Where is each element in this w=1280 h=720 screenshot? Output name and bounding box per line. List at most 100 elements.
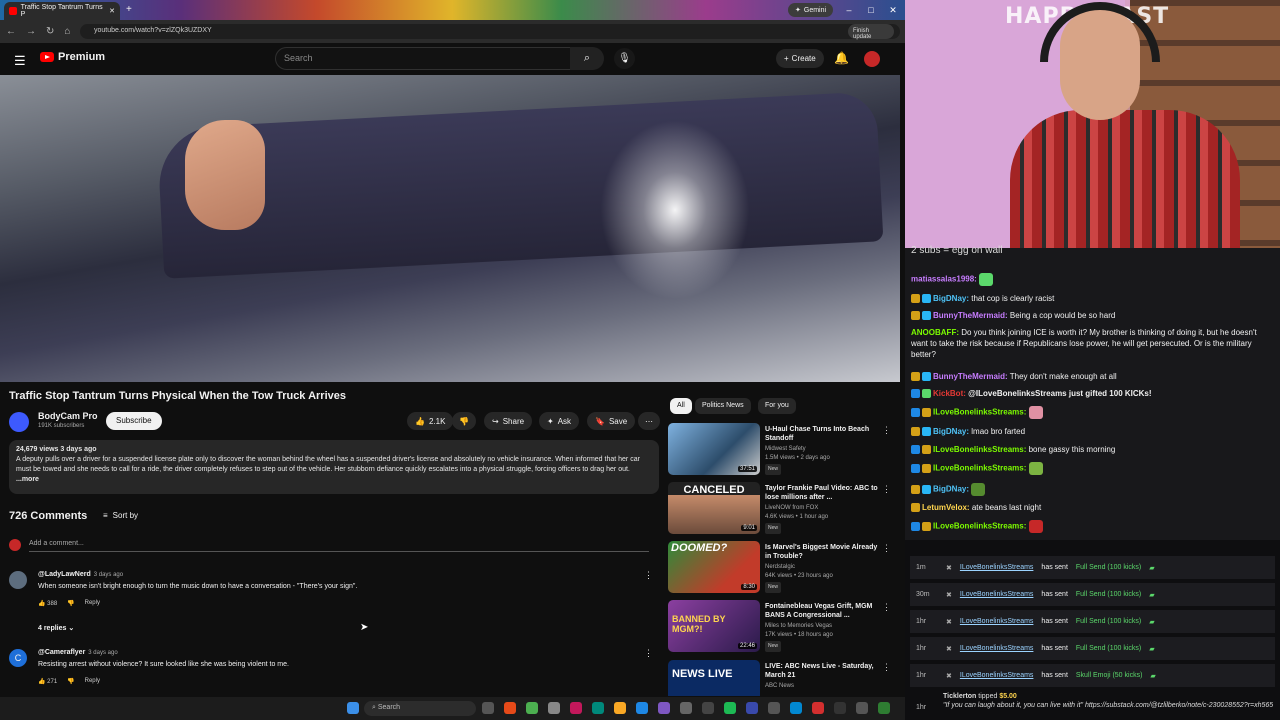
like-comment-button[interactable]: 👍 388 <box>38 600 57 607</box>
maximize-icon[interactable]: □ <box>864 3 878 17</box>
ask-button[interactable]: ✦ Ask <box>539 412 580 430</box>
rec-title[interactable]: LIVE: ABC News Live - Saturday, March 21 <box>765 662 880 680</box>
comment-author[interactable]: @LadyLawNerd 3 days ago <box>38 571 123 578</box>
chip-politics-news[interactable]: Politics News <box>695 398 751 414</box>
app-icon[interactable] <box>680 702 692 714</box>
app-icon[interactable] <box>636 702 648 714</box>
close-tab-icon[interactable]: ✕ <box>109 7 115 15</box>
recommended-video[interactable]: BANNED BY MGM?! 22:46 Fontainebleau Vegas… <box>668 600 898 656</box>
folder-icon[interactable] <box>614 702 626 714</box>
video-thumbnail[interactable]: CANCELED 9:01 <box>668 482 760 534</box>
video-thumbnail[interactable]: 37:51 <box>668 423 760 475</box>
reply-button[interactable]: Reply <box>85 678 100 685</box>
new-tab-icon[interactable]: + <box>126 4 132 15</box>
rec-menu-icon[interactable]: ⋮ <box>882 425 891 436</box>
gemini-button[interactable]: ✦ Gemini <box>788 3 834 17</box>
rec-channel[interactable]: LiveNOW from FOX <box>765 504 885 513</box>
taskbar-search[interactable]: ⌕ Search <box>364 701 476 716</box>
chrome-icon[interactable] <box>526 702 538 714</box>
rec-menu-icon[interactable]: ⋮ <box>882 662 891 673</box>
more-actions-icon[interactable]: ⋯ <box>638 412 660 430</box>
dislike-comment-icon[interactable]: 👎 <box>67 600 74 607</box>
app-icon[interactable] <box>592 702 604 714</box>
rec-menu-icon[interactable]: ⋮ <box>882 484 891 495</box>
app-icon[interactable] <box>570 702 582 714</box>
account-avatar[interactable] <box>864 51 880 67</box>
dislike-button[interactable]: 👎 <box>452 412 476 430</box>
sort-label: Sort by <box>112 511 139 520</box>
chat-message: ILoveBonelinksStreams: <box>911 520 1273 533</box>
channel-name[interactable]: BodyCam Pro <box>38 411 98 421</box>
tipper-name: Ticklerton <box>943 693 977 700</box>
app-icon[interactable] <box>834 702 846 714</box>
recommended-video[interactable]: NEWS LIVE LIVE: ABC News Live - Saturday… <box>668 660 898 696</box>
spotify-icon[interactable] <box>724 702 736 714</box>
dislike-comment-icon[interactable]: 👎 <box>67 678 74 685</box>
app-icon[interactable] <box>702 702 714 714</box>
comment-menu-icon[interactable]: ⋮ <box>644 570 653 581</box>
rec-title[interactable]: Taylor Frankie Paul Video: ABC to lose m… <box>765 484 880 502</box>
like-comment-button[interactable]: 👍 271 <box>38 678 57 685</box>
home-icon[interactable]: ⌂ <box>64 26 70 37</box>
task-view-icon[interactable] <box>482 702 494 714</box>
reply-button[interactable]: Reply <box>85 600 100 607</box>
rec-title[interactable]: U-Haul Chase Turns Into Beach Standoff <box>765 425 880 443</box>
add-comment-input[interactable]: Add a comment... <box>29 540 649 552</box>
app-icon[interactable] <box>504 702 516 714</box>
app-icon[interactable] <box>790 702 802 714</box>
rec-menu-icon[interactable]: ⋮ <box>882 602 891 613</box>
description-box[interactable]: 24,679 views 3 days ago A deputy pulls o… <box>9 440 659 494</box>
youtube-logo[interactable]: Premium <box>40 51 105 63</box>
comment-menu-icon[interactable]: ⋮ <box>644 648 653 659</box>
reload-icon[interactable]: ↻ <box>46 26 54 37</box>
minimize-icon[interactable]: – <box>842 3 856 17</box>
app-icon[interactable] <box>856 702 868 714</box>
commenter-avatar[interactable] <box>9 571 27 589</box>
app-icon[interactable] <box>768 702 780 714</box>
finish-update-button[interactable]: Finish update <box>848 24 894 40</box>
chip-for-you[interactable]: For you <box>758 398 796 414</box>
save-button[interactable]: 🔖 Save <box>587 412 636 430</box>
sort-by-button[interactable]: ≡ Sort by <box>103 511 138 520</box>
forward-icon[interactable]: → <box>26 26 36 37</box>
hamburger-menu-icon[interactable]: ☰ <box>14 53 26 69</box>
rec-channel[interactable]: ABC News <box>765 682 885 691</box>
app-icon[interactable] <box>812 702 824 714</box>
rec-menu-icon[interactable]: ⋮ <box>882 543 891 554</box>
app-icon[interactable] <box>878 702 890 714</box>
subscribe-button[interactable]: Subscribe <box>106 412 162 430</box>
commenter-avatar[interactable]: C <box>9 649 27 667</box>
close-window-icon[interactable]: ✕ <box>886 3 900 17</box>
chip-all[interactable]: All <box>670 398 692 414</box>
video-thumbnail[interactable]: BANNED BY MGM?! 22:46 <box>668 600 760 652</box>
recommended-video[interactable]: 37:51 U-Haul Chase Turns Into Beach Stan… <box>668 423 898 479</box>
discord-icon[interactable] <box>658 702 670 714</box>
comment-author[interactable]: @Cameraflyer 3 days ago <box>38 649 118 656</box>
browser-tab[interactable]: Traffic Stop Tantrum Turns P ✕ <box>4 2 120 20</box>
like-button[interactable]: 👍 2.1K <box>407 412 454 430</box>
video-thumbnail[interactable]: NEWS LIVE <box>668 660 760 696</box>
rec-channel[interactable]: Midwest Safety <box>765 445 885 454</box>
rec-title[interactable]: Is Marvel's Biggest Movie Already in Tro… <box>765 543 880 561</box>
notifications-bell-icon[interactable]: 🔔 <box>834 51 849 65</box>
create-button[interactable]: + Create <box>776 49 824 68</box>
windows-start-icon[interactable] <box>347 702 359 714</box>
search-icon[interactable]: ⌕ <box>570 47 604 70</box>
url-field[interactable]: youtube.com/watch?v=zlZQk3UZDXY <box>80 24 900 39</box>
view-replies-button[interactable]: 4 replies ⌄ <box>38 624 74 632</box>
show-more-link[interactable]: ...more <box>16 476 39 483</box>
recommended-video[interactable]: CANCELED 9:01 Taylor Frankie Paul Video: … <box>668 482 898 538</box>
back-icon[interactable]: ← <box>6 26 16 37</box>
app-icon[interactable] <box>548 702 560 714</box>
rec-title[interactable]: Fontainebleau Vegas Grift, MGM BANS A Co… <box>765 602 880 620</box>
emote-icon <box>1028 520 1043 533</box>
share-button[interactable]: ↪ Share <box>484 412 533 430</box>
video-thumbnail[interactable]: DOOMED? 8:30 <box>668 541 760 593</box>
app-icon[interactable] <box>746 702 758 714</box>
rec-channel[interactable]: Miles to Memories Vegas <box>765 622 885 631</box>
search-input[interactable]: Search <box>275 47 571 70</box>
recommended-video[interactable]: DOOMED? 8:30 Is Marvel's Biggest Movie Al… <box>668 541 898 597</box>
channel-avatar[interactable] <box>9 412 29 432</box>
rec-channel[interactable]: Nerdstalgic <box>765 563 885 572</box>
microphone-icon[interactable]: 🎙 <box>614 48 635 69</box>
